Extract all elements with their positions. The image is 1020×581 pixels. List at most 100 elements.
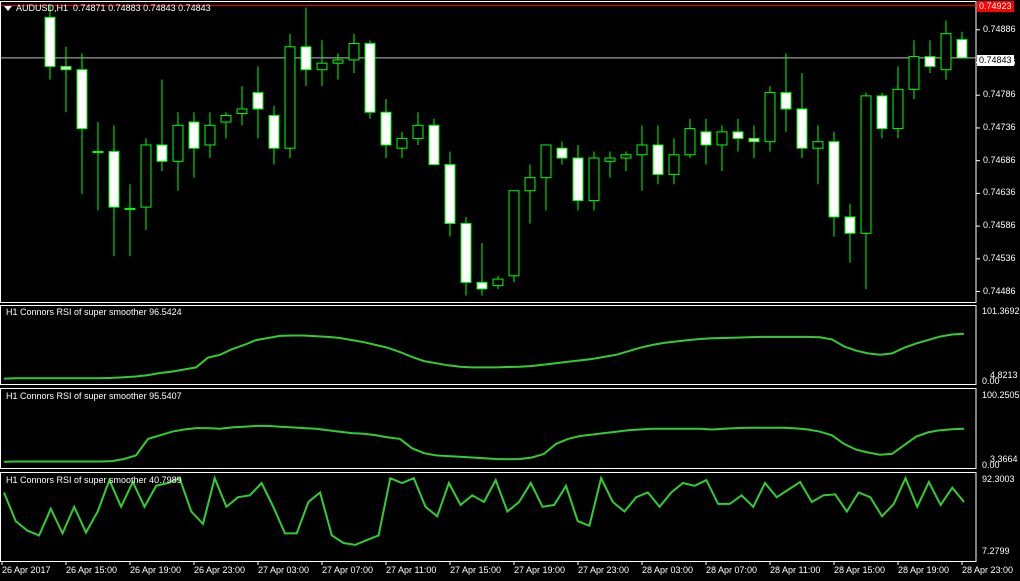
price-tick-label: 0.74736 <box>983 121 1016 132</box>
bear-candle-body <box>924 56 936 67</box>
price-panel[interactable] <box>1 5 976 296</box>
indicator-2-line <box>3 424 965 463</box>
price-tick-label: 0.74636 <box>983 187 1016 198</box>
bear-candle-body <box>252 92 264 110</box>
bull-candle-body <box>492 278 504 287</box>
bull-candle-body <box>940 33 952 71</box>
bull-candle-body <box>892 88 904 130</box>
time-tick-label: 28 Apr 11:00 <box>770 565 821 575</box>
candle <box>316 40 328 87</box>
bull-candle-body <box>396 137 408 149</box>
candle <box>92 122 104 211</box>
time-tick-label: 27 Apr 23:00 <box>578 565 630 575</box>
trading-chart[interactable] <box>0 0 1020 581</box>
bear-candle-body <box>828 141 840 218</box>
candle <box>876 92 888 139</box>
bull-candle-body <box>636 144 648 156</box>
indicator-panel-1[interactable] <box>3 332 965 380</box>
candle <box>668 138 680 185</box>
bear-candle-body <box>780 92 792 110</box>
bull-candle-body <box>220 115 232 123</box>
indicator-2-title: H1 Connors RSI of super smoother 95.5407 <box>6 391 182 401</box>
bear-candle-body <box>748 137 760 143</box>
bull-candle-body <box>604 157 616 162</box>
time-tick-label: 27 Apr 15:00 <box>450 565 502 575</box>
candle <box>124 184 136 257</box>
triangle-down-icon[interactable] <box>4 6 12 12</box>
candle <box>380 99 392 159</box>
candle <box>588 151 600 211</box>
candle <box>812 125 824 185</box>
bull-candle-body <box>284 46 296 149</box>
bull-candle-body <box>316 62 328 71</box>
candle <box>188 112 200 178</box>
candle <box>284 33 296 159</box>
bear-candle-body <box>60 65 72 71</box>
bear-candle-body <box>844 216 856 234</box>
time-tick-label: 27 Apr 11:00 <box>386 565 437 575</box>
candle <box>908 40 920 100</box>
candle <box>204 112 216 159</box>
candle <box>300 7 312 87</box>
indicator-panel-3[interactable] <box>3 475 965 546</box>
time-tick-label: 28 Apr 19:00 <box>898 565 950 575</box>
indicator-1-axis-zero: 0.00 <box>982 376 1000 386</box>
bull-candle-body <box>236 108 248 115</box>
candle <box>796 72 808 159</box>
bull-candle-body <box>668 154 680 175</box>
candle <box>764 86 776 152</box>
candle <box>60 46 72 113</box>
candle <box>396 131 408 159</box>
candle <box>140 138 152 231</box>
price-tick-label: 0.74786 <box>983 89 1016 100</box>
bull-candle-body <box>540 144 552 179</box>
indicator-2-axis-max: 100.2505 <box>982 390 1020 400</box>
price-tick-label: 0.74536 <box>983 252 1016 263</box>
candle <box>268 105 280 165</box>
candle <box>892 66 904 139</box>
bear-candle-body <box>380 111 392 146</box>
candle <box>524 164 536 224</box>
chart-header: AUDUSD,H1 0.74871 0.74883 0.74843 0.7484… <box>4 3 211 14</box>
candle <box>444 151 456 237</box>
bear-candle-body <box>556 147 568 159</box>
candle <box>508 190 520 283</box>
time-tick-label: 27 Apr 19:00 <box>514 565 566 575</box>
candle <box>76 53 88 195</box>
candle <box>332 53 344 80</box>
bear-candle-body <box>108 151 120 208</box>
bid-price-tag: 0.74843 <box>977 55 1014 66</box>
indicator-3-title: H1 Connors RSI of super smoother 40.7989 <box>6 475 182 485</box>
time-tick-label: 26 Apr 19:00 <box>130 565 182 575</box>
bear-candle-body <box>268 115 280 149</box>
candle <box>684 118 696 159</box>
time-tick-label: 28 Apr 15:00 <box>834 565 886 575</box>
bull-candle-body <box>908 56 920 90</box>
bull-candle-body <box>860 95 872 234</box>
bull-candle-body <box>332 59 344 64</box>
candle <box>780 53 792 132</box>
indicator-3-line <box>3 475 965 546</box>
bull-candle-body <box>620 154 632 159</box>
indicator-1-title: H1 Connors RSI of super smoother 96.5424 <box>6 307 182 317</box>
price-tick-label: 0.74586 <box>983 220 1016 231</box>
price-tick-label: 0.74886 <box>983 23 1016 34</box>
bull-candle-body <box>716 131 728 146</box>
bull-candle-body <box>764 92 776 143</box>
indicator-panel-2[interactable] <box>3 424 965 463</box>
bull-candle-body <box>588 157 600 202</box>
bear-candle-body <box>76 69 88 130</box>
candle <box>220 112 232 139</box>
candle <box>716 125 728 172</box>
time-tick-label: 27 Apr 07:00 <box>322 565 374 575</box>
candle <box>700 118 712 165</box>
candle <box>604 151 616 178</box>
candle <box>252 66 264 139</box>
bull-candle-body <box>524 177 536 192</box>
candle <box>108 125 120 257</box>
bull-candle-body <box>124 207 136 210</box>
bear-candle-body <box>444 164 456 224</box>
indicator-1-axis-max: 101.3692 <box>982 306 1020 316</box>
symbol-label: AUDUSD,H1 <box>16 3 69 13</box>
candle <box>364 40 376 119</box>
